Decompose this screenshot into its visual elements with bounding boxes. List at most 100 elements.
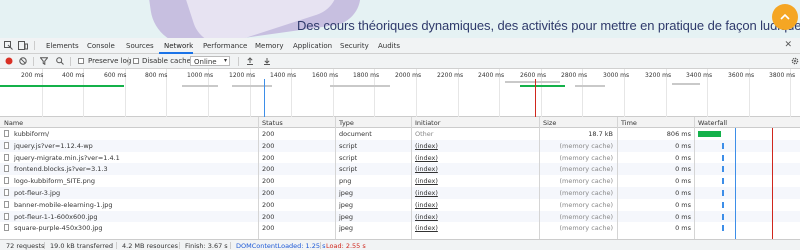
file-icon: [4, 153, 9, 161]
overview-bar-green: [520, 85, 565, 87]
request-size: (memory cache): [559, 153, 613, 162]
dom-content-loaded-marker: [264, 79, 265, 117]
search-icon[interactable]: [56, 57, 64, 65]
waterfall-load-line: [772, 128, 773, 239]
clear-icon[interactable]: [19, 57, 27, 65]
device-toggle-icon[interactable]: [18, 41, 28, 50]
overview-bar-document: [0, 85, 124, 87]
finish-time: Finish: 3.67 s: [185, 242, 228, 250]
table-row[interactable]: square-purple-450x300.jpg 200 jpeg (index) (…: [0, 222, 800, 234]
request-status: 200: [262, 200, 275, 209]
column-header-initiator[interactable]: Initiator: [415, 119, 440, 127]
request-status: 200: [262, 153, 275, 162]
file-icon: [4, 130, 9, 137]
request-name: square-purple-450x300.jpg: [14, 224, 103, 233]
scroll-top-button[interactable]: [772, 4, 798, 30]
timeline-tick-label: 1400 ms: [270, 72, 297, 79]
toolbar-divider: [33, 57, 34, 66]
request-type: png: [339, 177, 352, 186]
waterfall-bar: [698, 131, 721, 137]
request-time: 0 ms: [675, 224, 691, 233]
download-icon[interactable]: [263, 57, 271, 65]
table-row[interactable]: pot-fleur-1-1-600x600.jpg 200 jpeg (index) (…: [0, 210, 800, 223]
request-initiator[interactable]: (index): [415, 165, 438, 173]
tab-console[interactable]: Console: [87, 42, 115, 50]
table-row[interactable]: frontend.blocks.js?ver=3.1.3 200 script (in…: [0, 163, 800, 176]
column-header-time[interactable]: Time: [621, 119, 637, 127]
toolbar-divider: [70, 57, 71, 66]
request-initiator[interactable]: (index): [415, 142, 438, 150]
column-header-size[interactable]: Size: [543, 119, 556, 127]
request-initiator[interactable]: (index): [415, 201, 438, 209]
table-row[interactable]: banner-mobile-elearning-1.jpg 200 jpeg (ind…: [0, 199, 800, 211]
cursor-select-icon[interactable]: [4, 41, 13, 50]
preserve-log-label: Preserve log: [88, 57, 132, 65]
request-initiator[interactable]: (index): [415, 213, 438, 221]
request-initiator[interactable]: (index): [415, 154, 438, 162]
timeline-tick-label: 2800 ms: [561, 72, 588, 79]
tab-application[interactable]: Application: [293, 42, 332, 50]
timeline-tick-label: 2600 ms: [520, 72, 547, 79]
request-size: (memory cache): [559, 189, 613, 197]
record-icon[interactable]: [5, 57, 13, 65]
request-time: 0 ms: [675, 153, 691, 162]
tab-security[interactable]: Security: [340, 42, 369, 50]
request-size: (memory cache): [559, 165, 613, 174]
file-icon: [4, 200, 9, 208]
table-row[interactable]: kubbiform/200 document Other 18.7 kB 806 ms: [0, 128, 800, 140]
file-icon: [4, 177, 9, 185]
request-size: (memory cache): [559, 212, 613, 221]
waterfall-bar: [722, 142, 724, 149]
preserve-log-checkbox[interactable]: [78, 58, 84, 64]
table-row[interactable]: logo-kubbiform_SITE.png 200 png (index) (mem…: [0, 175, 800, 187]
dom-content-loaded-time: DOMContentLoaded: 1.25 s: [236, 242, 326, 250]
tab-sources[interactable]: Sources: [126, 42, 154, 50]
disable-cache-label: Disable cache: [142, 57, 191, 65]
tab-elements[interactable]: Elements: [46, 42, 79, 50]
overview-bar: [182, 85, 218, 87]
request-type: script: [339, 141, 358, 150]
request-initiator[interactable]: (index): [415, 189, 438, 197]
upload-icon[interactable]: [246, 57, 254, 65]
table-row[interactable]: pot-fleur-3.jpg 200 jpeg (index) (memory cac…: [0, 187, 800, 199]
column-header-name[interactable]: Name: [4, 119, 23, 127]
chevron-down-icon: ▾: [223, 57, 227, 64]
settings-gear-icon[interactable]: [791, 57, 799, 65]
tab-network[interactable]: Network: [164, 42, 193, 50]
network-overview-timeline[interactable]: 200 ms 400 ms 600 ms 800 ms 1000 ms 1200 ms 14…: [0, 69, 800, 117]
resources-size: 4.2 MB resources: [122, 242, 179, 250]
table-row[interactable]: jquery.js?ver=1.12.4-wp 200 script (index) (…: [0, 139, 800, 152]
status-divider: [320, 242, 321, 249]
request-size: 18.7 kB: [588, 130, 613, 138]
request-status: 200: [262, 189, 275, 197]
tab-audits[interactable]: Audits: [378, 42, 400, 50]
request-time: 0 ms: [675, 212, 691, 221]
column-divider: [335, 117, 336, 239]
network-toolbar: Preserve log Disable cache Online ▾: [0, 54, 800, 69]
request-status: 200: [262, 224, 275, 233]
timeline-tick-label: 2200 ms: [437, 72, 464, 79]
column-header-waterfall[interactable]: Waterfall: [698, 119, 727, 127]
timeline-tick-label: 400 ms: [62, 72, 85, 79]
close-icon[interactable]: ✕: [784, 40, 792, 50]
filter-icon[interactable]: [40, 57, 48, 65]
banner-headline: Des cours théoriques dynamiques, des act…: [297, 18, 800, 33]
column-header-type[interactable]: Type: [339, 119, 354, 127]
request-initiator[interactable]: (index): [415, 224, 438, 232]
request-time: 0 ms: [675, 165, 691, 174]
table-row[interactable]: jquery-migrate.min.js?ver=1.4.1 200 script…: [0, 152, 800, 164]
toolbar-divider: [238, 57, 239, 66]
overview-bar: [232, 85, 272, 87]
request-name: jquery-migrate.min.js?ver=1.4.1: [14, 153, 120, 162]
column-header-status[interactable]: Status: [262, 119, 283, 127]
timeline-tick-label: 3800 ms: [769, 72, 796, 79]
overview-bar: [505, 81, 560, 83]
file-icon: [4, 224, 9, 232]
devtools-tab-bar: Elements Console Sources Network Perform…: [0, 38, 800, 54]
request-initiator[interactable]: (index): [415, 177, 438, 185]
disable-cache-checkbox[interactable]: [133, 58, 139, 64]
request-time: 806 ms: [666, 130, 691, 138]
throttling-select[interactable]: Online ▾: [190, 56, 230, 66]
tab-performance[interactable]: Performance: [203, 42, 247, 50]
tab-memory[interactable]: Memory: [255, 42, 283, 50]
